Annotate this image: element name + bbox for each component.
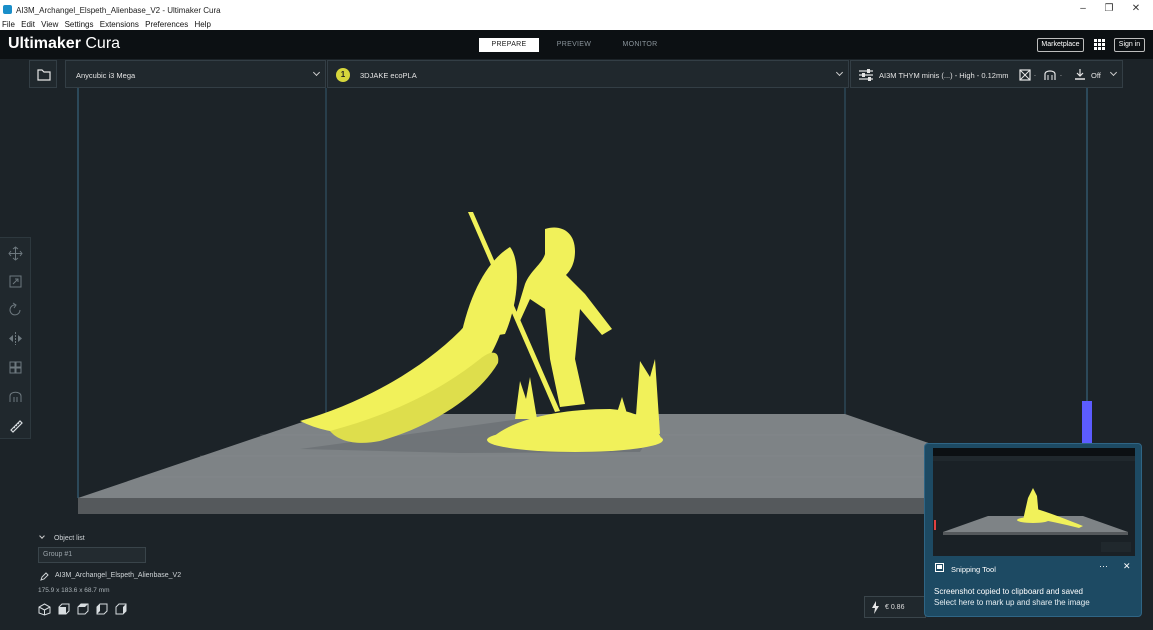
open-file-button[interactable] (29, 60, 57, 88)
measure-icon[interactable] (8, 418, 23, 433)
material-selector[interactable]: 1 3DJAKE ecoPLA (327, 60, 849, 88)
top-view-icon[interactable] (76, 603, 89, 616)
menu-bar: File Edit View Settings Extensions Prefe… (0, 19, 1153, 30)
support-blocker-icon[interactable] (8, 389, 23, 404)
screenshot-thumbnail (933, 448, 1135, 556)
minimize-icon[interactable]: – (1075, 3, 1091, 15)
snipping-tool-icon (935, 563, 944, 572)
apps-grid-icon[interactable] (1094, 39, 1105, 50)
material-name: 3DJAKE ecoPLA (360, 71, 417, 80)
toast-message: Screenshot copied to clipboard and saved (934, 587, 1083, 596)
toast-app-name: Snipping Tool (951, 565, 996, 574)
rotate-icon[interactable] (8, 302, 23, 317)
mirror-icon[interactable] (8, 331, 23, 346)
object-dimensions: 175.9 x 183.6 x 68.7 mm (38, 587, 110, 594)
cost-value: € 0.86 (885, 604, 905, 611)
object-list-toggle[interactable]: Object list (38, 533, 85, 542)
sign-in-button[interactable]: Sign in (1114, 38, 1145, 52)
object-name[interactable]: AI3M_Archangel_Elspeth_Alienbase_V2 (55, 572, 181, 579)
tool-panel (0, 237, 31, 439)
menu-edit[interactable]: Edit (21, 19, 35, 30)
folder-icon (37, 69, 51, 81)
snipping-tool-notification[interactable]: Snipping Tool ··· ✕ Screenshot copied to… (924, 443, 1142, 617)
object-list-label: Object list (53, 535, 85, 542)
print-settings-selector[interactable]: AI3M THYM minis (...) - High - 0.12mm . … (850, 60, 1123, 88)
scale-icon[interactable] (8, 274, 23, 289)
more-options-icon[interactable]: ··· (1099, 561, 1108, 571)
tab-preview[interactable]: PREVIEW (545, 38, 603, 52)
menu-file[interactable]: File (2, 19, 15, 30)
object-group-item[interactable]: Group #1 (38, 547, 146, 563)
left-view-icon[interactable] (95, 603, 108, 616)
close-icon[interactable]: ✕ (1128, 3, 1144, 15)
toast-submessage: Select here to mark up and share the ima… (934, 598, 1090, 607)
pencil-icon[interactable] (40, 572, 49, 581)
chevron-down-icon (1109, 68, 1118, 77)
tab-prepare[interactable]: PREPARE (479, 38, 539, 52)
menu-settings[interactable]: Settings (65, 19, 94, 30)
lightning-icon (872, 601, 879, 614)
brand-logo: Ultimaker Cura (8, 35, 121, 52)
menu-view[interactable]: View (41, 19, 58, 30)
chevron-down-icon (312, 68, 321, 77)
profile-name: AI3M THYM minis (...) - High - 0.12mm (879, 71, 1009, 80)
app-header: Ultimaker Cura PREPARE PREVIEW MONITOR M… (0, 30, 1153, 59)
close-icon[interactable]: ✕ (1123, 561, 1131, 572)
restore-icon[interactable]: ❐ (1101, 3, 1117, 15)
extruder-badge: 1 (336, 68, 350, 82)
3d-view-icon[interactable] (38, 603, 51, 616)
printer-selector[interactable]: Anycubic i3 Mega (65, 60, 326, 88)
infill-icon (1019, 69, 1031, 81)
chevron-down-icon (39, 533, 45, 539)
adhesion-icon (1075, 69, 1085, 80)
window-title: AI3M_Archangel_Elspeth_Alienbase_V2 - Ul… (16, 6, 221, 15)
adhesion-value: Off (1091, 71, 1101, 80)
chevron-down-icon (835, 68, 844, 77)
menu-help[interactable]: Help (194, 19, 210, 30)
sliders-icon (859, 69, 873, 81)
move-icon[interactable] (8, 246, 23, 261)
right-view-icon[interactable] (114, 603, 127, 616)
tab-monitor[interactable]: MONITOR (610, 38, 670, 52)
height-indicator (1082, 401, 1092, 443)
support-icon (1044, 70, 1056, 80)
menu-extensions[interactable]: Extensions (100, 19, 139, 30)
front-view-icon[interactable] (57, 603, 70, 616)
slice-cost-panel[interactable]: € 0.86 (864, 596, 926, 618)
marketplace-button[interactable]: Marketplace (1037, 38, 1084, 52)
window-titlebar: AI3M_Archangel_Elspeth_Alienbase_V2 - Ul… (0, 0, 1153, 19)
menu-preferences[interactable]: Preferences (145, 19, 188, 30)
per-model-settings-icon[interactable] (8, 360, 23, 375)
cura-app-icon (3, 5, 12, 14)
printer-name: Anycubic i3 Mega (76, 71, 136, 80)
